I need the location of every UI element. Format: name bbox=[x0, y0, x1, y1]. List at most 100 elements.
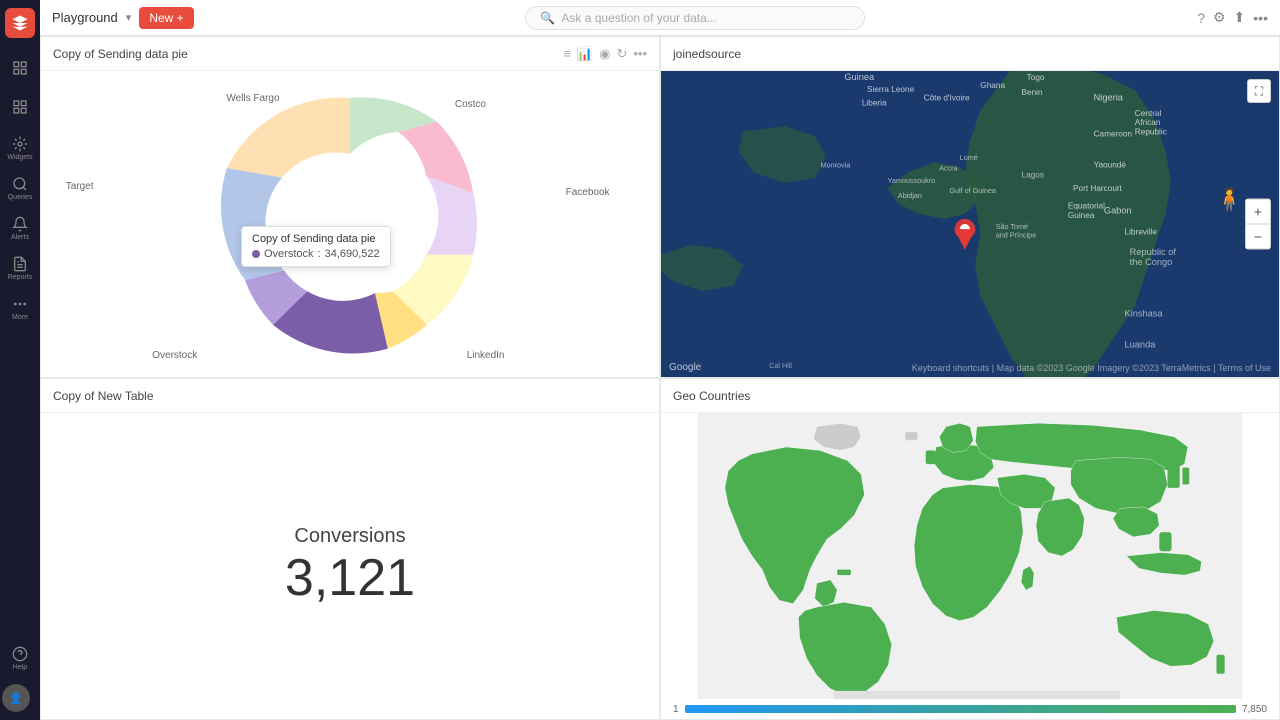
map-panel-body: Nigeria Benin Togo Ghana Côte d'Ivoire L… bbox=[661, 71, 1279, 377]
pie-filter-icon[interactable]: ◉ bbox=[599, 46, 610, 62]
svg-text:Republic of: Republic of bbox=[1130, 247, 1177, 257]
topbar-title: Playground bbox=[52, 10, 118, 25]
share-icon[interactable]: ⬆ bbox=[1234, 9, 1246, 26]
pie-chart-panel: Copy of Sending data pie ≡ 📊 ◉ ↻ ••• Wel… bbox=[40, 36, 660, 378]
geo-panel-title: Geo Countries bbox=[673, 389, 1267, 403]
geo-panel-body: 1 7,850 bbox=[661, 413, 1279, 719]
sidebar: Widgets Queries Alerts Reports More Help… bbox=[0, 0, 40, 720]
map-fullscreen-button[interactable]: ⛶ bbox=[1247, 79, 1271, 103]
map-zoom-controls: + − bbox=[1245, 199, 1271, 250]
table-panel-title: Copy of New Table bbox=[53, 389, 647, 403]
svg-text:Guinea: Guinea bbox=[1068, 211, 1095, 220]
sidebar-item-more[interactable]: More bbox=[2, 290, 38, 326]
geo-container: 1 7,850 bbox=[661, 413, 1279, 719]
segment-target-ring[interactable] bbox=[221, 168, 284, 280]
geo-panel-header: Geo Countries bbox=[661, 379, 1279, 413]
topbar-right-actions: ? ⚙ ⬆ ••• bbox=[1197, 9, 1268, 26]
svg-text:Yamoussoukro: Yamoussoukro bbox=[888, 176, 936, 185]
svg-text:Togo: Togo bbox=[1027, 73, 1045, 82]
sidebar-help-label: Help bbox=[13, 664, 27, 671]
sidebar-item-home[interactable] bbox=[2, 50, 38, 86]
sidebar-logo[interactable] bbox=[5, 8, 35, 38]
svg-text:Yaoundé: Yaoundé bbox=[1094, 160, 1127, 169]
search-placeholder: Ask a question of your data... bbox=[561, 11, 716, 25]
map-container: Nigeria Benin Togo Ghana Côte d'Ivoire L… bbox=[661, 71, 1279, 377]
svg-text:Liberia: Liberia bbox=[862, 99, 887, 108]
sidebar-reports-label: Reports bbox=[8, 274, 33, 281]
map-svg: Nigeria Benin Togo Ghana Côte d'Ivoire L… bbox=[661, 71, 1279, 377]
svg-text:African: African bbox=[1135, 118, 1161, 127]
search-icon: 🔍 bbox=[540, 11, 555, 25]
pie-panel-body: Wells Fargo Costco Facebook LinkedIn Ove… bbox=[41, 71, 659, 377]
metric-value: 3,121 bbox=[285, 548, 415, 608]
topbar-search-area: 🔍 Ask a question of your data... bbox=[202, 6, 1190, 30]
table-panel-body: Conversions 3,121 bbox=[41, 413, 659, 719]
svg-text:Conakry: Conakry bbox=[816, 71, 848, 72]
sidebar-alerts-label: Alerts bbox=[11, 234, 29, 241]
target-label: Target bbox=[66, 181, 94, 192]
pie-chart-icon[interactable]: 📊 bbox=[577, 46, 593, 62]
dashboard-grid: Copy of Sending data pie ≡ 📊 ◉ ↻ ••• Wel… bbox=[40, 36, 1280, 720]
map-zoom-in-button[interactable]: + bbox=[1246, 200, 1270, 224]
pie-table-icon[interactable]: ≡ bbox=[563, 46, 571, 61]
main-content: Playground ▾ New + 🔍 Ask a question of y… bbox=[40, 0, 1280, 720]
svg-text:Abidjan: Abidjan bbox=[898, 191, 922, 200]
settings-icon[interactable]: ⚙ bbox=[1213, 9, 1226, 26]
pie-panel-title: Copy of Sending data pie bbox=[53, 47, 555, 61]
svg-text:Cameroon: Cameroon bbox=[1094, 129, 1133, 138]
svg-text:Central: Central bbox=[1135, 109, 1162, 118]
svg-text:Equatorial: Equatorial bbox=[1068, 202, 1105, 211]
sidebar-item-widgets[interactable]: Widgets bbox=[2, 130, 38, 166]
topbar-chevron-icon[interactable]: ▾ bbox=[126, 11, 132, 24]
sidebar-item-alerts[interactable]: Alerts bbox=[2, 210, 38, 246]
geo-panel: Geo Countries bbox=[660, 378, 1280, 720]
geo-legend-bar bbox=[685, 705, 1236, 713]
svg-text:Gabon: Gabon bbox=[1104, 206, 1132, 216]
sidebar-avatar[interactable]: 👤 bbox=[2, 684, 30, 712]
map-zoom-out-button[interactable]: − bbox=[1246, 225, 1270, 249]
sidebar-queries-label: Queries bbox=[8, 194, 33, 201]
google-logo: Google bbox=[669, 362, 701, 373]
svg-text:Luanda: Luanda bbox=[1125, 340, 1157, 350]
avatar-initials: 👤 bbox=[9, 692, 23, 705]
sidebar-widgets-label: Widgets bbox=[7, 154, 32, 161]
linkedin-label: LinkedIn bbox=[467, 350, 505, 361]
street-view-icon[interactable]: 🧍 bbox=[1216, 187, 1243, 213]
geo-legend-min: 1 bbox=[673, 704, 679, 715]
metric-label: Conversions bbox=[294, 525, 405, 548]
costco-label: Costco bbox=[455, 99, 486, 110]
facebook-label: Facebook bbox=[566, 187, 610, 198]
search-bar[interactable]: 🔍 Ask a question of your data... bbox=[525, 6, 865, 30]
svg-text:Côte d'Ivoire: Côte d'Ivoire bbox=[924, 93, 970, 102]
pie-panel-actions: ≡ 📊 ◉ ↻ ••• bbox=[563, 46, 647, 62]
sidebar-item-dashboards[interactable] bbox=[2, 90, 38, 126]
pie-more-icon[interactable]: ••• bbox=[633, 46, 647, 61]
table-panel-header: Copy of New Table bbox=[41, 379, 659, 413]
sidebar-item-reports[interactable]: Reports bbox=[2, 250, 38, 286]
map-panel-title: joinedsource bbox=[673, 47, 1267, 61]
svg-text:Monrovia: Monrovia bbox=[821, 160, 851, 169]
svg-text:the Congo: the Congo bbox=[1130, 257, 1173, 267]
sidebar-item-queries[interactable]: Queries bbox=[2, 170, 38, 206]
topbar: Playground ▾ New + 🔍 Ask a question of y… bbox=[40, 0, 1280, 36]
sidebar-item-help[interactable]: Help bbox=[2, 640, 38, 676]
svg-text:Port Harcourt: Port Harcourt bbox=[1073, 184, 1123, 193]
pie-refresh-icon[interactable]: ↻ bbox=[616, 46, 627, 62]
svg-text:Lagos: Lagos bbox=[1022, 171, 1044, 180]
metric-container: Conversions 3,121 bbox=[41, 413, 659, 719]
map-panel-header: joinedsource bbox=[661, 37, 1279, 71]
svg-text:Ghana: Ghana bbox=[980, 81, 1005, 90]
geo-legend-max: 7,850 bbox=[1242, 704, 1267, 715]
world-map-svg bbox=[661, 413, 1279, 699]
svg-text:Kinshasa: Kinshasa bbox=[1125, 309, 1164, 319]
more-options-icon[interactable]: ••• bbox=[1253, 10, 1268, 26]
new-button[interactable]: New + bbox=[139, 7, 193, 29]
svg-text:Accra: Accra bbox=[939, 163, 957, 172]
svg-text:Sierra Leone: Sierra Leone bbox=[867, 85, 915, 94]
help-circle-icon[interactable]: ? bbox=[1197, 10, 1205, 26]
svg-text:and Príncipe: and Príncipe bbox=[996, 230, 1036, 239]
svg-text:Nigeria: Nigeria bbox=[1094, 92, 1124, 102]
svg-text:Benin: Benin bbox=[1022, 88, 1043, 97]
geo-legend: 1 7,850 bbox=[661, 699, 1279, 719]
wells-fargo-label: Wells Fargo bbox=[226, 93, 279, 104]
